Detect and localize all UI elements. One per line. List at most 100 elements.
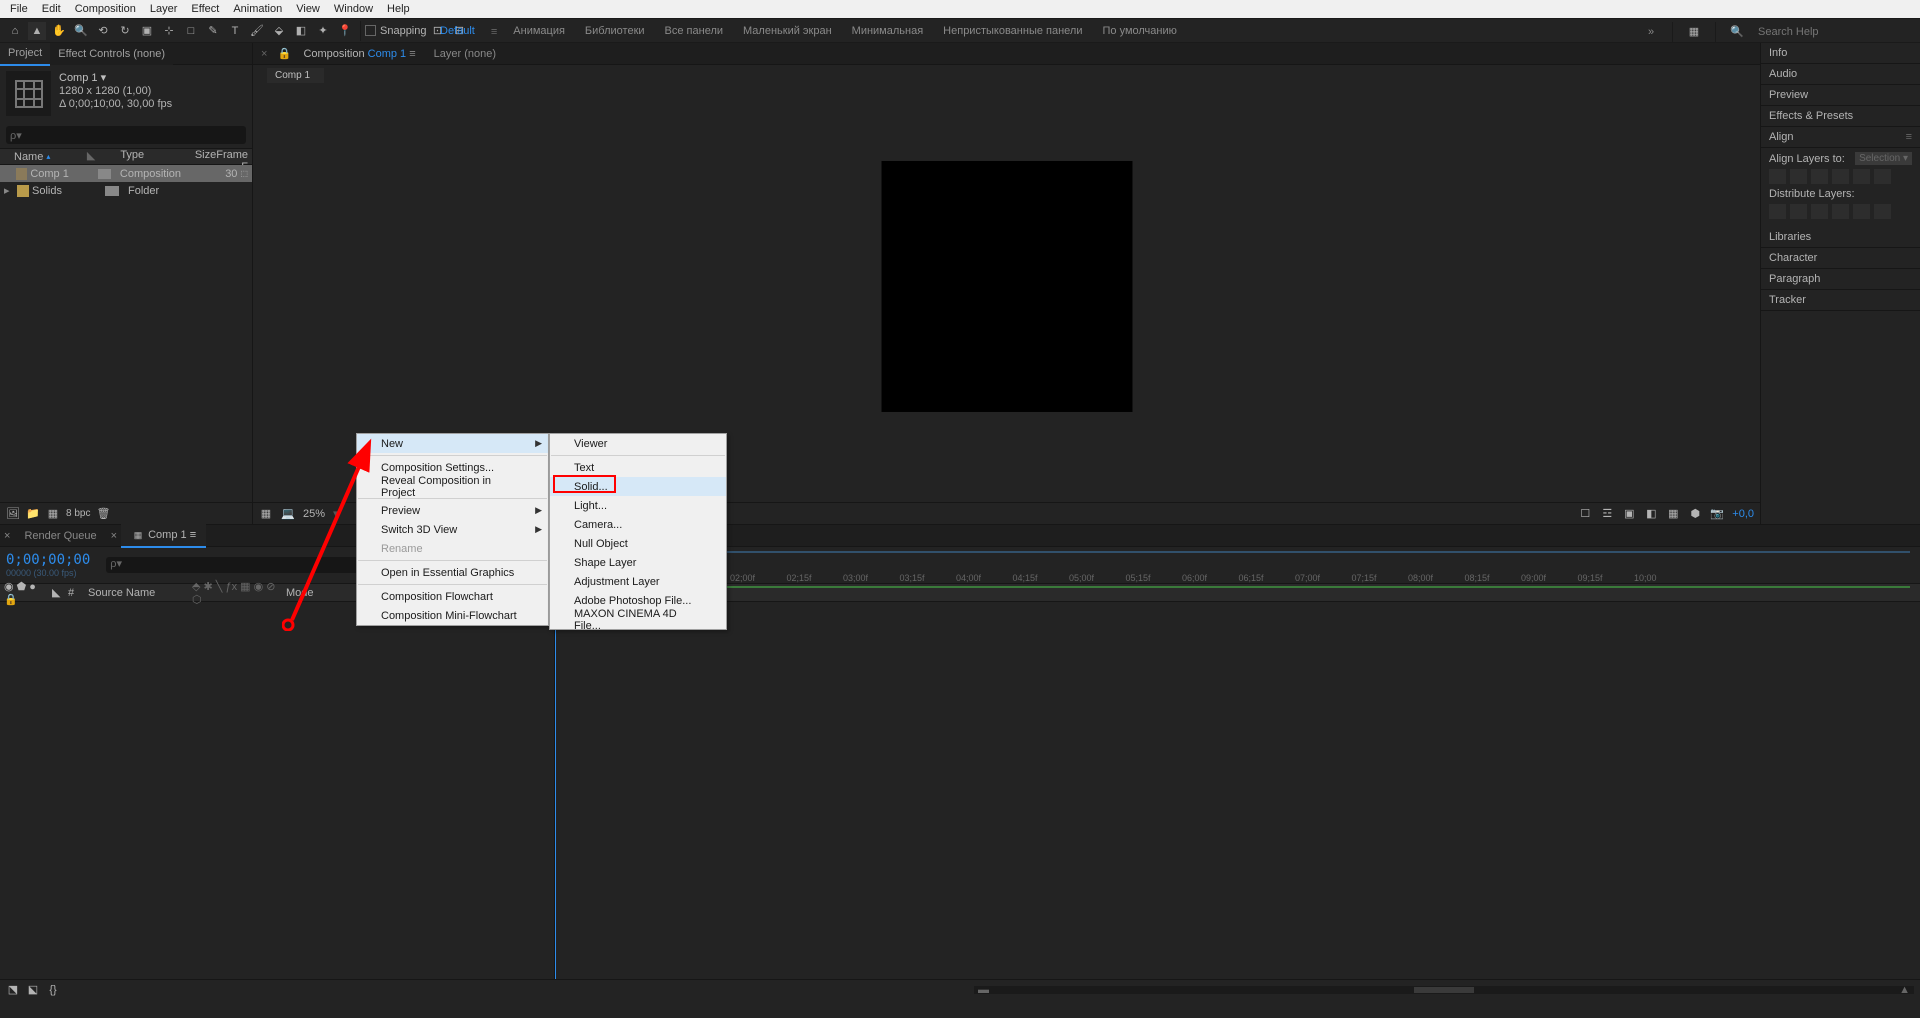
align-button[interactable] [1874,169,1891,184]
tab-project[interactable]: Project [0,42,50,66]
camera-tool-icon[interactable]: ▣ [138,22,156,40]
menu-item[interactable]: New▶ [357,434,548,453]
menu-item[interactable]: Shape Layer [550,553,726,572]
menu-item[interactable]: Switch 3D View▶ [357,520,548,539]
panel-align[interactable]: Align≡ [1761,127,1920,148]
context-menu[interactable]: New▶Composition Settings...Reveal Compos… [356,433,549,626]
col-source-name[interactable]: Source Name [88,587,188,599]
menu-help[interactable]: Help [381,0,416,18]
menu-file[interactable]: File [4,0,34,18]
sync-icon[interactable]: » [1642,23,1660,41]
workspace-item[interactable]: Непристыкованные панели [933,19,1092,44]
col-framerate[interactable]: Frame F [216,149,252,164]
zoom-value[interactable]: 25% [303,508,325,520]
panel-paragraph[interactable]: Paragraph [1761,269,1920,290]
rect-tool-icon[interactable]: □ [182,22,200,40]
hand-tool-icon[interactable]: ✋ [50,22,68,40]
toggle-modes-icon[interactable]: ⬕ [26,983,40,997]
menu-window[interactable]: Window [328,0,379,18]
distribute-button[interactable] [1853,204,1870,219]
panel-character[interactable]: Character [1761,248,1920,269]
panel-libraries[interactable]: Libraries [1761,227,1920,248]
menu-item[interactable]: Viewer [550,434,726,453]
menu-item[interactable]: Composition Flowchart [357,587,548,606]
folder-icon[interactable]: 📁 [26,507,40,521]
menu-item[interactable]: Reveal Composition in Project [357,477,548,496]
panel-audio[interactable]: Audio [1761,64,1920,85]
project-item[interactable]: Comp 1Composition30 ⬚ [0,165,252,182]
viewer-subtab[interactable]: Comp 1 [267,68,324,83]
workspace-item[interactable]: Маленький экран [733,19,842,44]
distribute-button[interactable] [1769,204,1786,219]
brush-tool-icon[interactable]: 🖌 [248,22,266,40]
tab-close-icon[interactable]: × [0,530,14,542]
stamp-tool-icon[interactable]: ⬙ [270,22,288,40]
col-name[interactable]: Name [14,151,43,163]
project-item[interactable]: ▸SolidsFolder [0,182,252,199]
snapping-checkbox[interactable] [365,25,376,36]
menu-item[interactable]: Text [550,458,726,477]
rotate-tool-icon[interactable]: ↻ [116,22,134,40]
menu-item[interactable]: Adjustment Layer [550,572,726,591]
eraser-tool-icon[interactable]: ◧ [292,22,310,40]
distribute-button[interactable] [1790,204,1807,219]
zoom-scrollbar[interactable]: ▬ ▲ [974,986,1914,994]
res-icon[interactable]: 💻 [281,507,295,521]
distribute-button[interactable] [1832,204,1849,219]
workspace-item[interactable]: По умолчанию [1092,19,1186,44]
menu-item[interactable]: Preview▶ [357,501,548,520]
lock-icon[interactable]: 🔒 [277,47,291,61]
menu-layer[interactable]: Layer [144,0,184,18]
col-type[interactable]: Type [100,149,178,164]
workspace-icon[interactable]: ▦ [1685,23,1703,41]
home-icon[interactable]: ⌂ [6,22,24,40]
transparency-icon[interactable]: ▦ [1666,507,1680,521]
col-size[interactable]: Size [178,149,216,164]
brace-icon[interactable]: {} [46,983,60,997]
timeline-tracks[interactable] [555,602,1920,979]
trash-icon[interactable]: 🗑 [96,507,110,521]
interpret-icon[interactable]: 🖼 [6,507,20,521]
workspace-item[interactable]: Библиотеки [575,19,655,44]
pen-tool-icon[interactable]: ✎ [204,22,222,40]
workspace-item[interactable]: Минимальная [842,19,934,44]
selection-tool-icon[interactable]: ▲ [28,22,46,40]
align-target-select[interactable]: Selection ▾ [1855,152,1912,165]
menu-item[interactable]: Light... [550,496,726,515]
timeline-layers[interactable] [0,602,555,979]
menu-composition[interactable]: Composition [69,0,142,18]
grid-icon[interactable]: ☐ [1578,507,1592,521]
menu-item[interactable]: Camera... [550,515,726,534]
menu-view[interactable]: View [290,0,326,18]
camera-view-icon[interactable]: 📷 [1710,507,1724,521]
tab-layer[interactable]: Layer (none) [428,43,502,65]
workspace-item[interactable]: Анимация [503,19,575,44]
workspace-item[interactable]: Все панели [655,19,733,44]
exposure-value[interactable]: +0,0 [1732,508,1754,520]
context-submenu-new[interactable]: Viewer TextSolid...Light...Camera...Null … [549,433,727,630]
bpc-label[interactable]: 8 bpc [66,508,90,519]
panel-preview[interactable]: Preview [1761,85,1920,106]
align-button[interactable] [1853,169,1870,184]
menu-item[interactable]: Null Object [550,534,726,553]
tab-render-queue[interactable]: Render Queue [14,525,106,547]
current-timecode[interactable]: 0;00;00;00 [6,552,90,568]
menu-edit[interactable]: Edit [36,0,67,18]
tab-active-comp[interactable]: Comp 1 [368,48,407,60]
project-search[interactable]: ρ▾ [6,126,246,144]
menu-item[interactable]: Solid... [550,477,726,496]
menu-item[interactable]: MAXON CINEMA 4D File... [550,610,726,629]
menu-item[interactable]: Open in Essential Graphics [357,563,548,582]
distribute-button[interactable] [1874,204,1891,219]
menu-animation[interactable]: Animation [227,0,288,18]
panel-info[interactable]: Info [1761,43,1920,64]
align-button[interactable] [1769,169,1786,184]
os-menubar[interactable]: FileEditCompositionLayerEffectAnimationV… [0,0,1920,18]
panel-effectspresets[interactable]: Effects & Presets [1761,106,1920,127]
mask-icon[interactable]: ▣ [1622,507,1636,521]
toggle-switches-icon[interactable]: ⬔ [6,983,20,997]
distribute-button[interactable] [1811,204,1828,219]
comp-name[interactable]: Comp 1 ▾ [59,71,172,84]
mag-icon[interactable]: ▦ [259,507,273,521]
tab-effect-controls[interactable]: Effect Controls (none) [50,43,173,65]
